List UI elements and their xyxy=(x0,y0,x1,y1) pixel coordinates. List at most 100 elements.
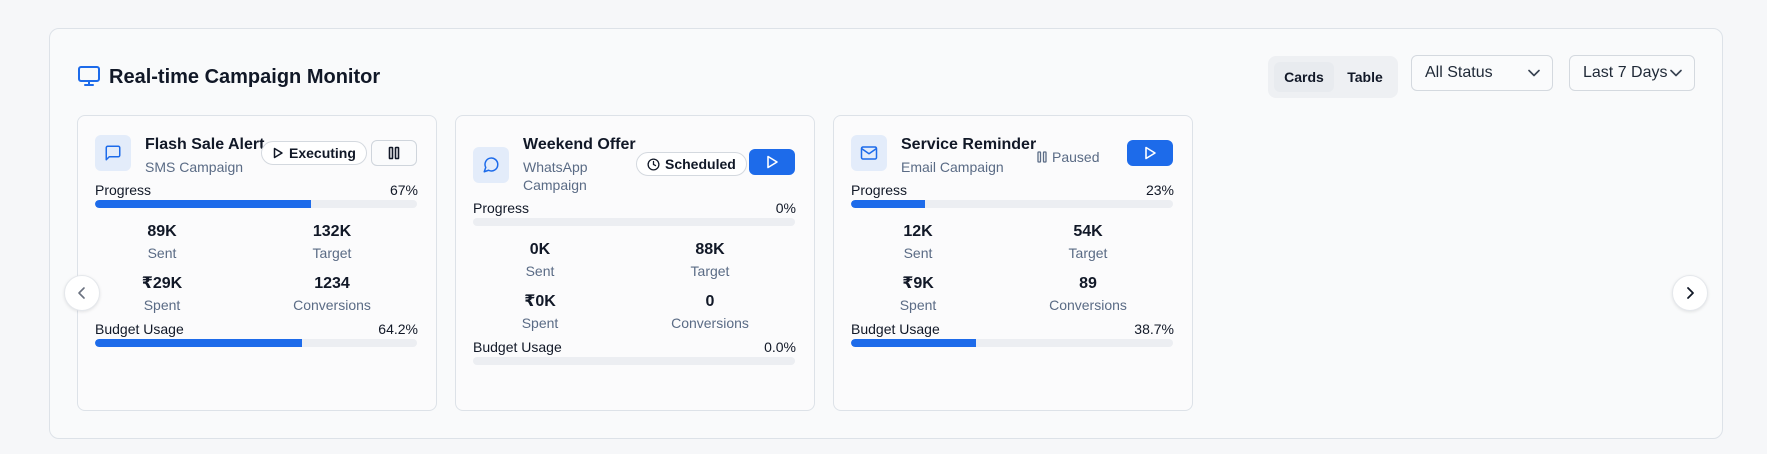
message-square-icon xyxy=(105,145,121,161)
play-icon xyxy=(273,147,283,159)
cards-view-button[interactable]: Cards xyxy=(1274,62,1334,92)
campaign-type: WhatsApp Campaign xyxy=(523,159,588,193)
chevron-right-icon xyxy=(1687,287,1694,299)
status-filter-select[interactable]: All Status xyxy=(1411,55,1553,91)
start-button[interactable] xyxy=(1127,140,1173,166)
clock-icon xyxy=(647,157,660,171)
stat-label: Target xyxy=(690,263,730,279)
campaign-icon xyxy=(95,135,131,171)
pause-icon xyxy=(1037,151,1047,163)
stat-label: Sent xyxy=(147,245,177,261)
campaign-type: Email Campaign xyxy=(901,159,1004,175)
stat-spent: ₹29K Spent xyxy=(102,274,222,315)
page-title: Real-time Campaign Monitor xyxy=(109,66,381,88)
status-label: Scheduled xyxy=(665,156,736,172)
start-button[interactable] xyxy=(749,149,795,175)
stat-value: ₹9K xyxy=(902,275,934,292)
stat-label: Spent xyxy=(899,297,937,313)
campaign-monitor-panel: Real-time Campaign Monitor Cards Table A… xyxy=(49,28,1723,439)
stat-conversions: 0 Conversions xyxy=(650,292,770,333)
monitor-icon xyxy=(78,66,100,86)
progress-value: 23% xyxy=(1145,182,1174,198)
campaign-name: Service Reminder xyxy=(901,136,1037,153)
view-toggle: Cards Table xyxy=(1268,56,1398,98)
budget-bar xyxy=(473,357,795,365)
stat-label: Conversions xyxy=(671,315,749,331)
chevron-down-icon xyxy=(1670,69,1682,77)
stat-value: 0K xyxy=(529,241,551,258)
stat-spent: ₹9K Spent xyxy=(858,274,978,315)
status-badge: Paused xyxy=(1027,145,1109,169)
stat-conversions: 1234 Conversions xyxy=(272,274,392,315)
play-icon xyxy=(1145,146,1156,160)
progress-label: Progress xyxy=(473,200,530,216)
carousel-prev-button[interactable] xyxy=(64,275,100,311)
stat-conversions: 89 Conversions xyxy=(1028,274,1148,315)
budget-bar-fill xyxy=(851,339,976,347)
campaign-icon xyxy=(851,135,887,171)
pause-button[interactable] xyxy=(371,140,417,166)
stat-value: ₹29K xyxy=(141,275,183,292)
progress-bar xyxy=(95,200,417,208)
stat-value: 88K xyxy=(695,241,725,258)
budget-bar xyxy=(95,339,417,347)
stat-target: 88K Target xyxy=(650,240,770,281)
stat-sent: 12K Sent xyxy=(858,222,978,263)
stat-value: 89K xyxy=(147,223,177,240)
campaign-card: Flash Sale Alert SMS Campaign Executing … xyxy=(77,115,437,411)
stat-label: Sent xyxy=(525,263,555,279)
stat-value: 132K xyxy=(312,223,352,240)
campaign-name: Flash Sale Alert xyxy=(145,136,265,153)
stat-label: Conversions xyxy=(293,297,371,313)
status-label: Executing xyxy=(289,145,356,161)
stat-value: 1234 xyxy=(314,275,350,292)
stat-label: Spent xyxy=(143,297,181,313)
budget-bar xyxy=(851,339,1173,347)
status-label: Paused xyxy=(1052,149,1100,165)
campaign-card: Service Reminder Email Campaign Paused P… xyxy=(833,115,1193,411)
table-view-button[interactable]: Table xyxy=(1338,62,1392,92)
stat-spent: ₹0K Spent xyxy=(480,292,600,333)
chevron-down-icon xyxy=(1528,69,1540,77)
stat-label: Target xyxy=(1068,245,1108,261)
stat-value: 54K xyxy=(1073,223,1103,240)
message-circle-icon xyxy=(483,157,499,173)
budget-value: 64.2% xyxy=(378,321,418,337)
progress-value: 0% xyxy=(775,200,796,216)
progress-bar xyxy=(851,200,1173,208)
mail-icon xyxy=(860,146,878,160)
stat-label: Sent xyxy=(903,245,933,261)
progress-value: 67% xyxy=(389,182,418,198)
budget-value: 0.0% xyxy=(764,339,796,355)
budget-label: Budget Usage xyxy=(473,339,562,355)
stat-target: 54K Target xyxy=(1028,222,1148,263)
status-badge: Scheduled xyxy=(636,152,747,176)
progress-label: Progress xyxy=(851,182,908,198)
stat-label: Target xyxy=(312,245,352,261)
progress-bar-fill xyxy=(95,200,311,208)
play-icon xyxy=(767,155,778,169)
date-range-select[interactable]: Last 7 Days xyxy=(1569,55,1695,91)
stat-target: 132K Target xyxy=(272,222,392,263)
progress-bar xyxy=(473,218,795,226)
budget-value: 38.7% xyxy=(1134,321,1174,337)
stat-sent: 0K Sent xyxy=(480,240,600,281)
progress-label: Progress xyxy=(95,182,152,198)
stat-value: 0 xyxy=(705,293,715,310)
date-range-value: Last 7 Days xyxy=(1583,64,1668,81)
stat-label: Spent xyxy=(521,315,559,331)
campaign-type: SMS Campaign xyxy=(145,159,244,175)
stat-value: ₹0K xyxy=(524,293,556,310)
carousel-next-button[interactable] xyxy=(1672,275,1708,311)
stat-value: 12K xyxy=(903,223,933,240)
stat-label: Conversions xyxy=(1049,297,1127,313)
campaign-card: Weekend Offer WhatsApp Campaign Schedule… xyxy=(455,115,815,411)
chevron-left-icon xyxy=(78,287,85,299)
status-filter-value: All Status xyxy=(1425,64,1493,81)
campaign-name: Weekend Offer xyxy=(523,136,636,153)
progress-bar-fill xyxy=(851,200,926,208)
campaign-icon xyxy=(473,147,509,183)
budget-label: Budget Usage xyxy=(851,321,940,337)
status-badge: Executing xyxy=(261,141,367,165)
budget-label: Budget Usage xyxy=(95,321,184,337)
